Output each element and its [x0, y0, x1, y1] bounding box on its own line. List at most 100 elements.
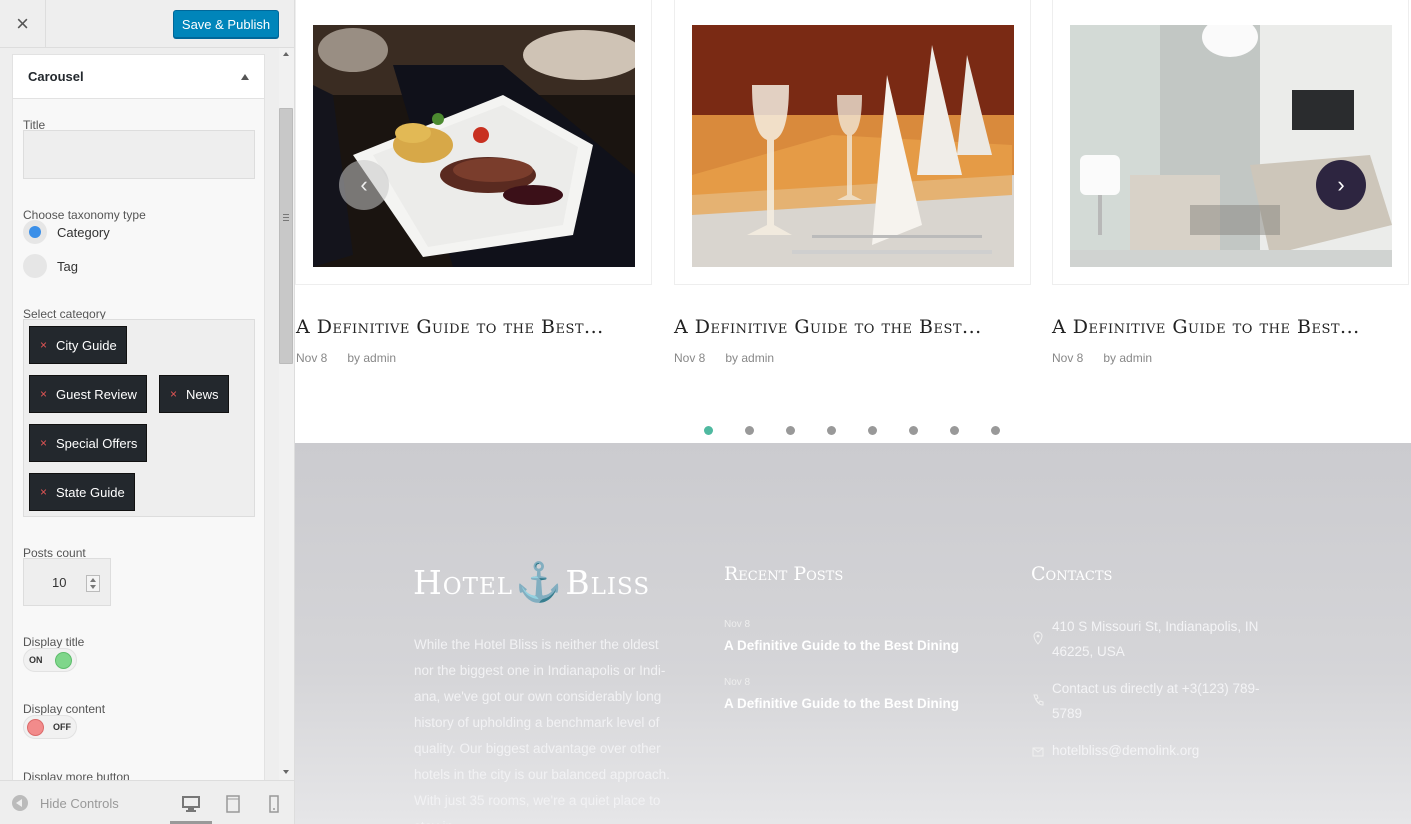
- category-chip-label: City Guide: [56, 337, 117, 353]
- tablet-icon[interactable]: [224, 795, 242, 813]
- category-chip-label: Guest Review: [56, 386, 137, 402]
- hide-controls-label: Hide Controls: [40, 795, 119, 811]
- carousel-dot[interactable]: [827, 426, 836, 435]
- contact-address: 410 S Missouri St, Indianapolis, IN 4622…: [1052, 619, 1259, 659]
- carousel-dot[interactable]: [786, 426, 795, 435]
- section-title: Carousel: [28, 69, 84, 84]
- category-chip[interactable]: × State Guide: [29, 473, 135, 511]
- collapse-arrow-icon: [12, 795, 28, 811]
- hide-controls-button[interactable]: Hide Controls: [12, 795, 119, 811]
- post-title[interactable]: A Definitive Guide to the Best...: [1052, 316, 1360, 338]
- remove-icon[interactable]: ×: [40, 387, 47, 401]
- carousel-dot[interactable]: [950, 426, 959, 435]
- carousel-dot[interactable]: [745, 426, 754, 435]
- taxonomy-option-label: Tag: [57, 258, 78, 274]
- chevron-right-icon: ›: [1337, 172, 1345, 197]
- radio-selected-icon[interactable]: [23, 220, 47, 244]
- contacts-heading: Contacts: [1031, 563, 1113, 585]
- number-stepper-icon[interactable]: [86, 575, 100, 592]
- carousel-dot[interactable]: [704, 426, 713, 435]
- scroll-up-icon[interactable]: [283, 52, 289, 56]
- display-content-toggle[interactable]: OFF: [23, 715, 77, 739]
- display-more-label: Display more button: [23, 770, 130, 780]
- post-title[interactable]: A Definitive Guide to the Best...: [674, 316, 982, 338]
- posts-count-input[interactable]: 10: [23, 558, 111, 606]
- category-chip[interactable]: × Special Offers: [29, 424, 148, 462]
- radio-unselected-icon[interactable]: [23, 254, 47, 278]
- post-image-room[interactable]: [1070, 25, 1392, 267]
- scroll-thumb[interactable]: [279, 108, 293, 364]
- remove-icon[interactable]: ×: [40, 485, 47, 499]
- scroll-down-icon[interactable]: [283, 770, 289, 774]
- controls-scroll-area: Carousel Title Choose taxonomy type Cate…: [0, 48, 279, 780]
- post-date: Nov 8: [674, 351, 706, 365]
- scroll-grip-icon: [283, 214, 289, 221]
- recent-post-date: Nov 8: [724, 619, 751, 630]
- recent-post-link[interactable]: A Definitive Guide to the Best Dining: [724, 696, 959, 711]
- carousel-pagination: [704, 426, 1032, 435]
- carousel-prev-button[interactable]: ‹: [339, 160, 389, 210]
- sidebar-scrollbar[interactable]: [279, 48, 294, 780]
- post-title[interactable]: A Definitive Guide to the Best...: [296, 316, 604, 338]
- contact-phone: Contact us directly at +3(123) 789-5789: [1052, 681, 1260, 721]
- recent-posts-heading: Recent Posts: [724, 563, 844, 585]
- carousel-dot[interactable]: [909, 426, 918, 435]
- site-logo[interactable]: Hotel ⚓ Bliss: [413, 560, 650, 605]
- carousel-dot[interactable]: [868, 426, 877, 435]
- display-content-label: Display content: [23, 702, 106, 716]
- location-pin-icon: [1033, 631, 1043, 645]
- site-footer: Hotel ⚓ Bliss While the Hotel Bliss is n…: [295, 443, 1411, 824]
- customizer-header: × Save & Publish: [0, 0, 294, 48]
- category-chip[interactable]: × Guest Review: [29, 375, 147, 413]
- posts-count-value: 10: [52, 574, 67, 590]
- category-chip-label: Special Offers: [56, 435, 138, 451]
- carousel-section-header[interactable]: Carousel: [13, 55, 264, 99]
- toggle-knob-icon: [55, 652, 72, 669]
- toggle-state-text: OFF: [53, 722, 71, 732]
- taxonomy-option-label: Category: [57, 224, 110, 240]
- post-date: Nov 8: [1052, 351, 1084, 365]
- category-chip[interactable]: × News: [159, 375, 229, 413]
- post-meta: Nov 8 by admin: [674, 351, 794, 365]
- post-author[interactable]: by admin: [1103, 351, 1152, 365]
- anchor-icon: ⚓: [515, 560, 564, 604]
- post-date: Nov 8: [296, 351, 328, 365]
- taxonomy-option-tag[interactable]: Tag: [23, 254, 78, 278]
- carousel-dot[interactable]: [991, 426, 1000, 435]
- save-publish-button[interactable]: Save & Publish: [173, 10, 279, 38]
- post-image-table[interactable]: [692, 25, 1014, 267]
- customizer-footer: Hide Controls: [0, 780, 294, 824]
- post-author[interactable]: by admin: [725, 351, 774, 365]
- post-author[interactable]: by admin: [347, 351, 396, 365]
- close-customizer-button[interactable]: ×: [0, 0, 46, 48]
- brand-name-right: Bliss: [565, 563, 651, 602]
- remove-icon[interactable]: ×: [170, 387, 177, 401]
- toggle-state-text: ON: [29, 655, 43, 665]
- category-chip[interactable]: × City Guide: [29, 326, 127, 364]
- post-meta: Nov 8 by admin: [1052, 351, 1172, 365]
- email-icon: [1032, 747, 1044, 757]
- carousel-next-button[interactable]: ›: [1316, 160, 1366, 210]
- display-title-toggle[interactable]: ON: [23, 648, 77, 672]
- carousel-section: Carousel Title Choose taxonomy type Cate…: [12, 54, 265, 780]
- chevron-left-icon: ‹: [360, 172, 368, 197]
- remove-icon[interactable]: ×: [40, 436, 47, 450]
- post-image-dish[interactable]: [313, 25, 635, 267]
- taxonomy-option-category[interactable]: Category: [23, 220, 110, 244]
- about-text: While the Hotel Bliss is neither the old…: [414, 637, 670, 824]
- category-multiselect[interactable]: × City Guide × Guest Review × News × Spe…: [23, 319, 255, 517]
- post-meta: Nov 8 by admin: [296, 351, 416, 365]
- title-input[interactable]: [23, 130, 255, 179]
- remove-icon[interactable]: ×: [40, 338, 47, 352]
- brand-name-left: Hotel: [413, 563, 514, 602]
- desktop-icon[interactable]: [182, 795, 200, 813]
- site-preview: A Definitive Guide to the Best... Nov 8 b…: [295, 0, 1411, 824]
- category-chip-label: News: [186, 386, 219, 402]
- display-title-label: Display title: [23, 635, 85, 649]
- recent-post-link[interactable]: A Definitive Guide to the Best Dining: [724, 638, 959, 653]
- category-chip-label: State Guide: [56, 484, 125, 500]
- collapse-caret-icon[interactable]: [241, 73, 249, 80]
- mobile-icon[interactable]: [265, 795, 283, 813]
- recent-post-date: Nov 8: [724, 677, 751, 688]
- contact-email[interactable]: hotelbliss@demolink.org: [1052, 738, 1282, 763]
